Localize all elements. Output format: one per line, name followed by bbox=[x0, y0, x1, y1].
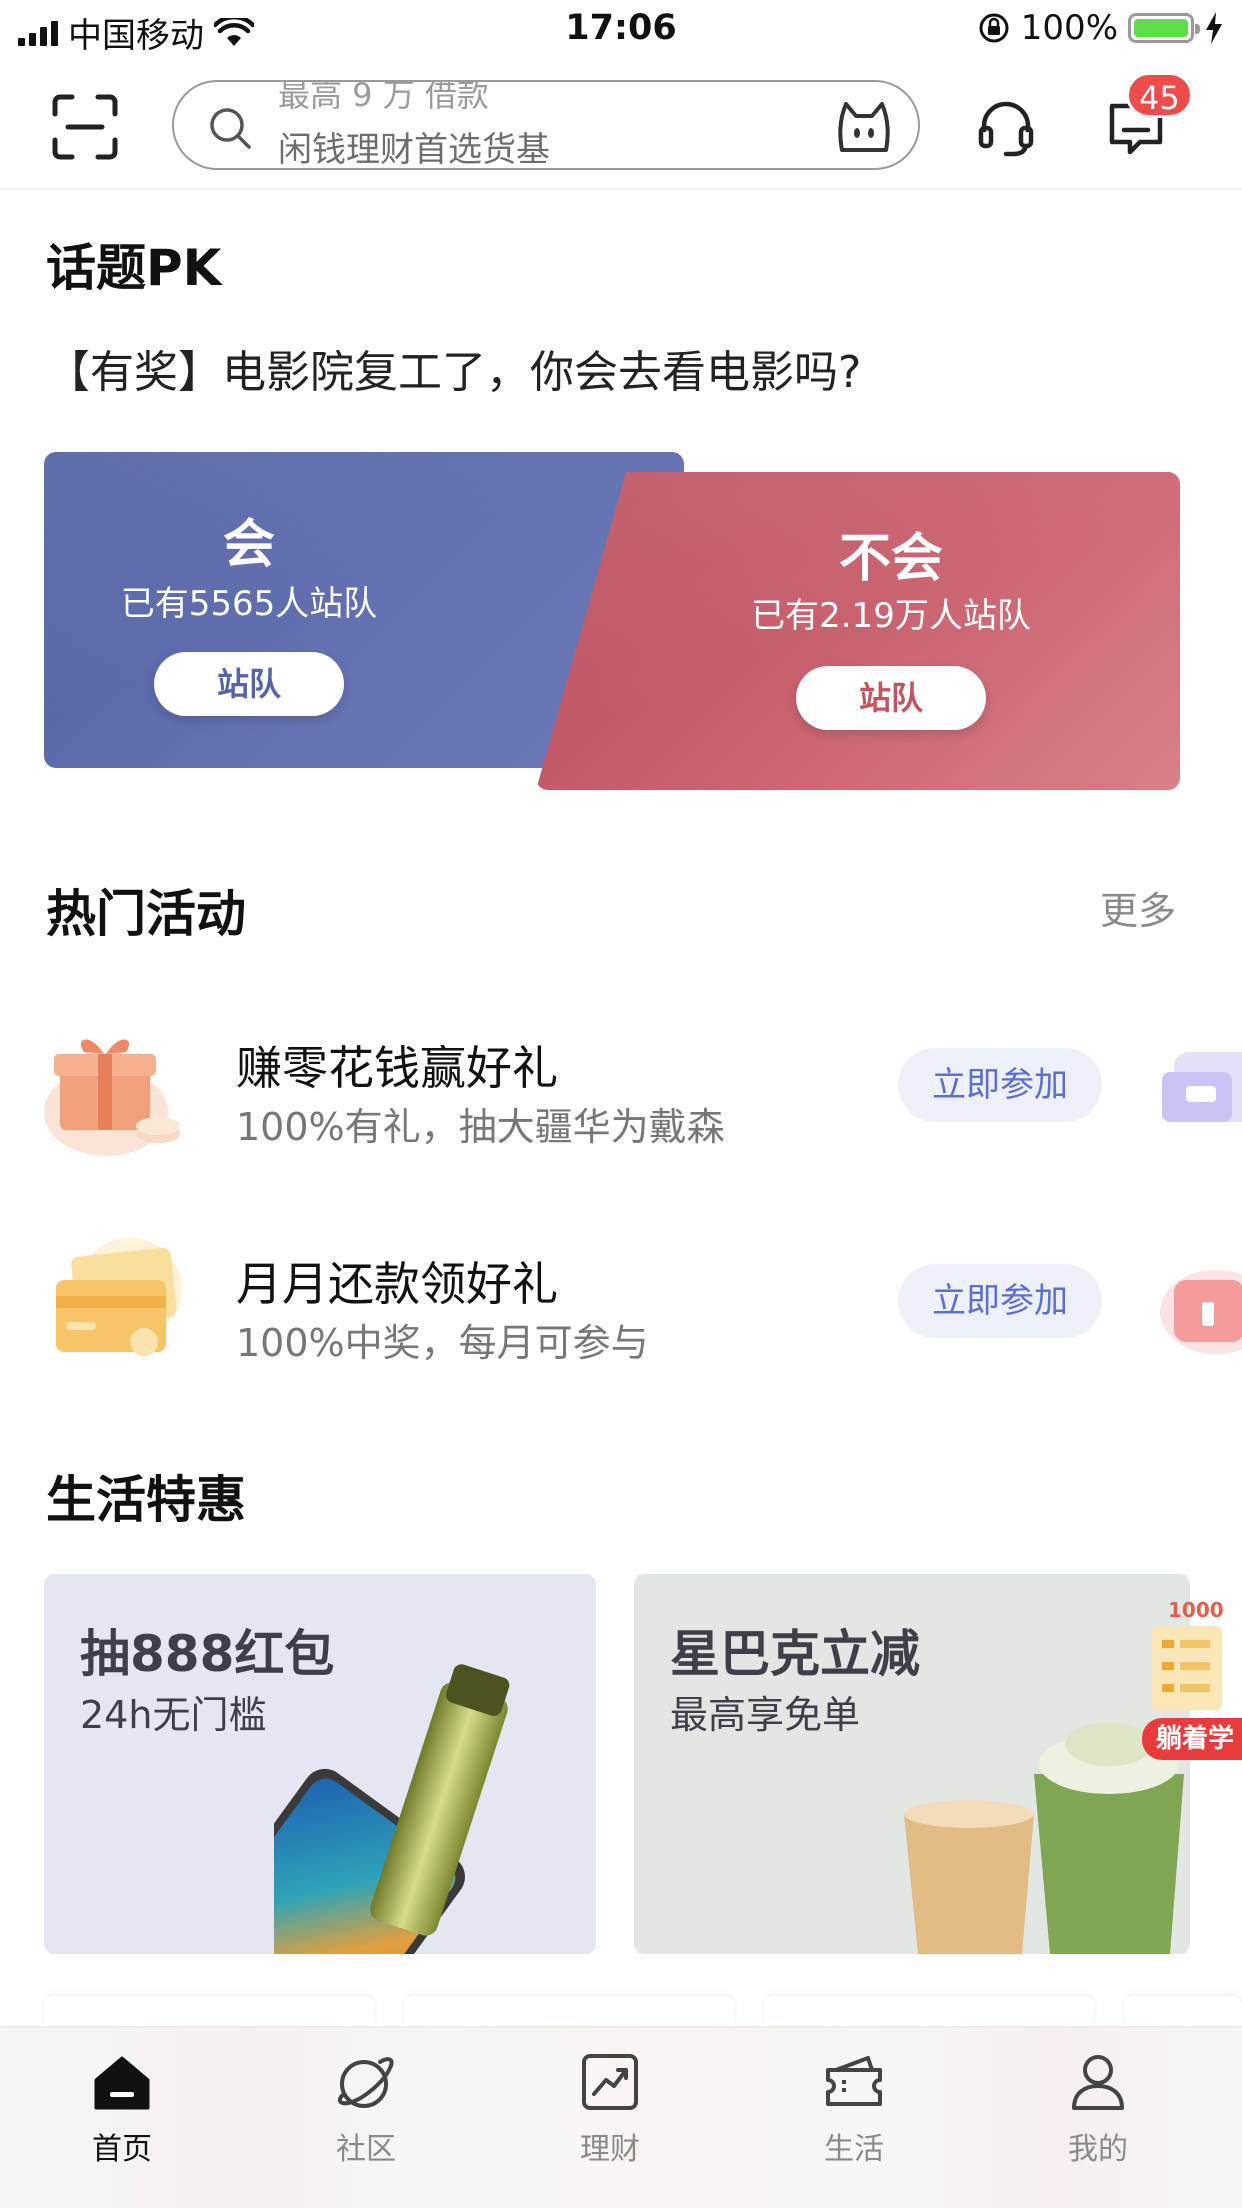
floating-promo[interactable]: 1000 躺着学 bbox=[1142, 1598, 1242, 1760]
pk-no-option: 不会 bbox=[838, 529, 943, 589]
tab-home[interactable]: 首页 bbox=[42, 2050, 202, 2168]
cat-mascot-icon[interactable] bbox=[836, 100, 892, 154]
pk-yes-count: 已有5565人站队 bbox=[120, 584, 378, 624]
credit-card-icon bbox=[56, 1238, 182, 1356]
hot-activities-title: 热门活动 bbox=[46, 885, 246, 943]
chart-icon bbox=[582, 2054, 638, 2110]
deal-card-redpacket[interactable]: 抽888红包 24h无门槛 bbox=[44, 1574, 596, 1954]
scan-icon[interactable] bbox=[52, 94, 118, 160]
battery-fill bbox=[1134, 19, 1188, 37]
deal-subtitle: 最高享免单 bbox=[670, 1693, 861, 1737]
battery-icon bbox=[1128, 13, 1200, 43]
tab-label: 我的 bbox=[1068, 2132, 1128, 2167]
search-icon bbox=[210, 108, 251, 149]
next-row-peek bbox=[0, 1996, 1242, 2026]
topic-question[interactable]: 【有奖】电影院复工了，你会去看电影吗? bbox=[46, 336, 861, 400]
phone-and-bottle-image bbox=[274, 1664, 510, 1954]
pk-no-button[interactable]: 站队 bbox=[796, 666, 986, 730]
top-bar: 最高 9 万 借款 闲钱理财首选货基 45 bbox=[0, 60, 1242, 190]
user-icon bbox=[1072, 2055, 1124, 2110]
activity-subtitle: 100%中奖，每月可参与 bbox=[236, 1321, 649, 1365]
planet-icon bbox=[337, 2057, 394, 2108]
headset-icon[interactable] bbox=[976, 98, 1036, 158]
tab-label: 社区 bbox=[336, 2132, 396, 2167]
tab-finance[interactable]: 理财 bbox=[530, 2050, 690, 2168]
pk-yes-button[interactable]: 站队 bbox=[154, 652, 344, 716]
tab-label: 理财 bbox=[580, 2132, 640, 2167]
search-rolling-text: 最高 9 万 借款 bbox=[278, 80, 489, 114]
message-badge: 45 bbox=[1126, 72, 1193, 118]
deal-title: 星巴克立减 bbox=[670, 1625, 920, 1683]
activity-title: 月月还款领好礼 bbox=[236, 1257, 558, 1311]
topic-pk-title: 话题PK bbox=[46, 239, 222, 297]
activity-item[interactable]: 赚零花钱赢好礼 100%有礼，抽大疆华为戴森 立即参加 bbox=[0, 1012, 1242, 1162]
tab-label: 首页 bbox=[92, 2132, 152, 2167]
pk-yes-option: 会 bbox=[222, 515, 275, 575]
book-stack-icon bbox=[1152, 1626, 1222, 1710]
activity-title: 赚零花钱赢好礼 bbox=[236, 1041, 558, 1095]
more-link[interactable]: 更多 bbox=[1100, 880, 1176, 935]
pk-no-card[interactable]: 不会 已有2.19万人站队 站队 bbox=[536, 472, 1180, 790]
promo-small-text: 1000 bbox=[1168, 1598, 1224, 1622]
tab-label: 生活 bbox=[824, 2132, 884, 2167]
tab-mine[interactable]: 我的 bbox=[1018, 2050, 1178, 2168]
join-button[interactable]: 立即参加 bbox=[898, 1264, 1102, 1338]
gift-box-icon bbox=[44, 1039, 180, 1156]
pk-panel: 会 已有5565人站队 站队 不会 已有2.19万人站队 站队 bbox=[44, 452, 1180, 790]
life-deals-title: 生活特惠 bbox=[46, 1471, 246, 1529]
tab-life[interactable]: 生活 bbox=[774, 2050, 934, 2168]
charging-bolt-icon bbox=[1206, 12, 1222, 44]
tab-bar: 首页 社区 理财 生活 我的 bbox=[0, 2026, 1242, 2208]
activity-item[interactable]: 月月还款领好礼 100%中奖，每月可参与 立即参加 bbox=[0, 1228, 1242, 1378]
rotation-lock-icon bbox=[979, 13, 1009, 43]
deal-subtitle: 24h无门槛 bbox=[80, 1693, 267, 1737]
next-activity-peek-icon bbox=[1162, 1052, 1242, 1122]
home-icon bbox=[94, 2056, 150, 2110]
pk-no-count: 已有2.19万人站队 bbox=[751, 596, 1031, 636]
battery-percent: 100% bbox=[1020, 8, 1118, 48]
search-placeholder: 闲钱理财首选货基 bbox=[278, 130, 550, 170]
ticket-icon bbox=[826, 2056, 882, 2106]
promo-tag: 躺着学 bbox=[1142, 1718, 1242, 1760]
tab-community[interactable]: 社区 bbox=[286, 2050, 446, 2168]
join-button[interactable]: 立即参加 bbox=[898, 1048, 1102, 1122]
next-activity-peek-icon bbox=[1160, 1270, 1242, 1354]
status-bar: 中国移动 17:06 100% bbox=[0, 0, 1242, 60]
search-bar[interactable]: 最高 9 万 借款 闲钱理财首选货基 bbox=[172, 80, 920, 170]
activity-subtitle: 100%有礼，抽大疆华为戴森 bbox=[236, 1105, 725, 1149]
deal-card-starbucks[interactable]: 星巴克立减 最高享免单 bbox=[634, 1574, 1190, 1954]
status-right: 100% bbox=[977, 8, 1224, 48]
